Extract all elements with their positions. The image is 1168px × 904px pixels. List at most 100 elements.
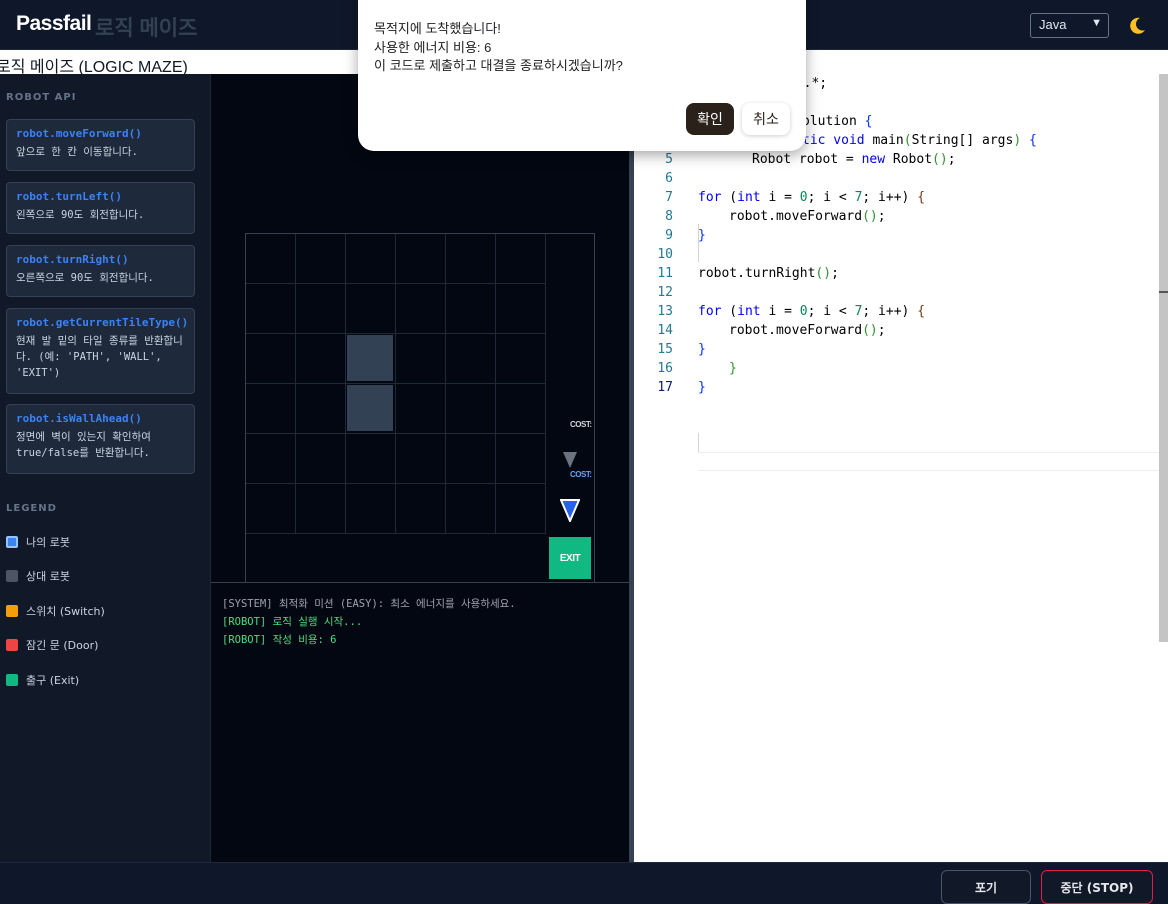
legend-item-switch: 스위치 (Switch)	[6, 604, 105, 618]
legend-swatch	[6, 570, 18, 582]
legend-item-exit: 출구 (Exit)	[6, 673, 79, 687]
maze-cell	[396, 334, 446, 384]
maze-cell	[446, 334, 496, 384]
code-fragment-main: tic void main(String[] args) {	[802, 133, 1037, 148]
give-up-button[interactable]: 포기	[941, 870, 1031, 904]
api-description: 현재 발 밑의 타일 종류를 반환합니다. (예: 'PATH', 'WALL'…	[16, 335, 183, 379]
api-card-get-current-tile-type[interactable]: robot.getCurrentTileType() 현재 발 밑의 타일 종류…	[6, 308, 195, 394]
maze-cell	[396, 484, 446, 534]
log-line: [ROBOT] 로직 실행 시작...	[222, 616, 363, 628]
legend-heading: LEGEND	[6, 503, 57, 514]
dialog-message-line: 이 코드로 제출하고 대결을 종료하시겠습니까?	[374, 58, 623, 73]
dialog-message-line: 목적지에 도착했습니다!	[374, 21, 501, 36]
line-number: 9	[665, 228, 673, 243]
brand-logo[interactable]: Passfail	[16, 12, 92, 36]
cancel-button[interactable]: 취소	[742, 103, 790, 135]
dialog-message-line: 사용한 에너지 비용: 6	[374, 40, 492, 55]
line-number: 10	[657, 247, 673, 262]
code-text: olution {	[802, 114, 873, 129]
stop-button[interactable]: 중단 (STOP)	[1041, 870, 1153, 904]
line-number: 14	[657, 323, 673, 338]
editor-scrollbar[interactable]	[1159, 74, 1168, 642]
opponent-cost-label: COST:	[570, 420, 592, 429]
maze-cell	[346, 434, 396, 484]
maze-cell	[446, 484, 496, 534]
brand-subtitle: 로직 메이즈	[95, 17, 198, 40]
line-number: 17	[657, 380, 673, 395]
line-number: 11	[657, 266, 673, 281]
maze-cell	[296, 384, 346, 434]
maze-cell	[496, 434, 546, 484]
log-line: [ROBOT] 작성 비용: 6	[222, 634, 337, 646]
maze-cell	[496, 334, 546, 384]
maze-cell	[446, 384, 496, 434]
maze-cell	[496, 384, 546, 434]
api-card-is-wall-ahead[interactable]: robot.isWallAhead() 정면에 벽이 있는지 확인하여 true…	[6, 404, 195, 474]
indent-guide	[698, 433, 699, 452]
legend-swatch	[6, 536, 18, 548]
line-number: 15	[657, 342, 673, 357]
language-select[interactable]: Java ▼	[1030, 13, 1109, 38]
maze-cell	[296, 434, 346, 484]
language-select-value: Java	[1039, 17, 1067, 32]
maze-grid	[245, 233, 595, 583]
robot-api-heading: ROBOT API	[6, 92, 77, 103]
maze-cell	[396, 384, 446, 434]
maze-cell	[446, 434, 496, 484]
maze-wall	[347, 385, 393, 431]
api-name: robot.moveForward()	[16, 127, 142, 140]
legend-swatch	[6, 674, 18, 686]
code-editor[interactable]: il.*; olution { tic void main(String[] a…	[634, 74, 1168, 862]
code-line: }	[698, 228, 706, 243]
line-number: 16	[657, 361, 673, 376]
line-number: 6	[665, 171, 673, 186]
api-card-turn-right[interactable]: robot.turnRight() 오른쪽으로 90도 회전합니다.	[6, 245, 195, 297]
maze-cell	[446, 284, 496, 334]
my-robot-icon	[560, 499, 580, 522]
code-line: robot.moveForward();	[729, 323, 886, 338]
maze-cell	[246, 234, 296, 284]
maze-cell	[346, 234, 396, 284]
legend-label: 잠긴 문 (Door)	[26, 639, 99, 652]
code-line: for (int i = 0; i < 7; i++) {	[698, 190, 926, 205]
legend-item-door: 잠긴 문 (Door)	[6, 638, 98, 652]
api-description: 왼쪽으로 90도 회전합니다.	[16, 209, 145, 221]
api-card-turn-left[interactable]: robot.turnLeft() 왼쪽으로 90도 회전합니다.	[6, 182, 195, 234]
maze-cell	[346, 284, 396, 334]
maze-cell	[396, 284, 446, 334]
log-line: [SYSTEM] 최적화 미션 (EASY): 최소 에너지를 사용하세요.	[222, 598, 516, 610]
confirm-button[interactable]: 확인	[686, 103, 734, 135]
maze-cell	[246, 484, 296, 534]
confirm-dialog: 목적지에 도착했습니다! 사용한 에너지 비용: 6 이 코드로 제출하고 대결…	[358, 0, 806, 151]
api-name: robot.isWallAhead()	[16, 412, 142, 425]
line-number: 7	[665, 190, 673, 205]
maze-cell	[246, 434, 296, 484]
code-text: tic void main(String[] args) {	[802, 133, 1037, 148]
maze-cell	[346, 484, 396, 534]
api-card-move-forward[interactable]: robot.moveForward() 앞으로 한 칸 이동합니다.	[6, 119, 195, 171]
exit-tile: EXIT	[549, 537, 591, 579]
console-log: [SYSTEM] 최적화 미션 (EASY): 최소 에너지를 사용하세요. […	[211, 582, 629, 862]
code-line: robot.turnRight();	[698, 266, 839, 281]
legend-label: 출구 (Exit)	[26, 674, 80, 687]
line-number: 13	[657, 304, 673, 319]
api-description: 오른쪽으로 90도 회전합니다.	[16, 272, 154, 284]
line-number: 8	[665, 209, 673, 224]
maze-cell	[396, 234, 446, 284]
maze-cell	[496, 234, 546, 284]
my-cost-label: COST:	[570, 470, 592, 479]
maze-cell	[496, 284, 546, 334]
maze-cell	[246, 384, 296, 434]
code-line: robot.moveForward();	[729, 209, 886, 224]
maze-cell	[396, 434, 446, 484]
line-number: 5	[665, 152, 673, 167]
maze-cell	[296, 334, 346, 384]
maze-cell	[446, 234, 496, 284]
legend-item-opponent-robot: 상대 로봇	[6, 569, 70, 583]
code-line: Robot robot = new Robot();	[752, 152, 956, 167]
moon-icon[interactable]	[1127, 16, 1147, 36]
legend-label: 상대 로봇	[26, 570, 70, 583]
maze-cell	[496, 484, 546, 534]
api-description: 앞으로 한 칸 이동합니다.	[16, 146, 138, 158]
code-fragment-class: olution {	[802, 114, 872, 129]
